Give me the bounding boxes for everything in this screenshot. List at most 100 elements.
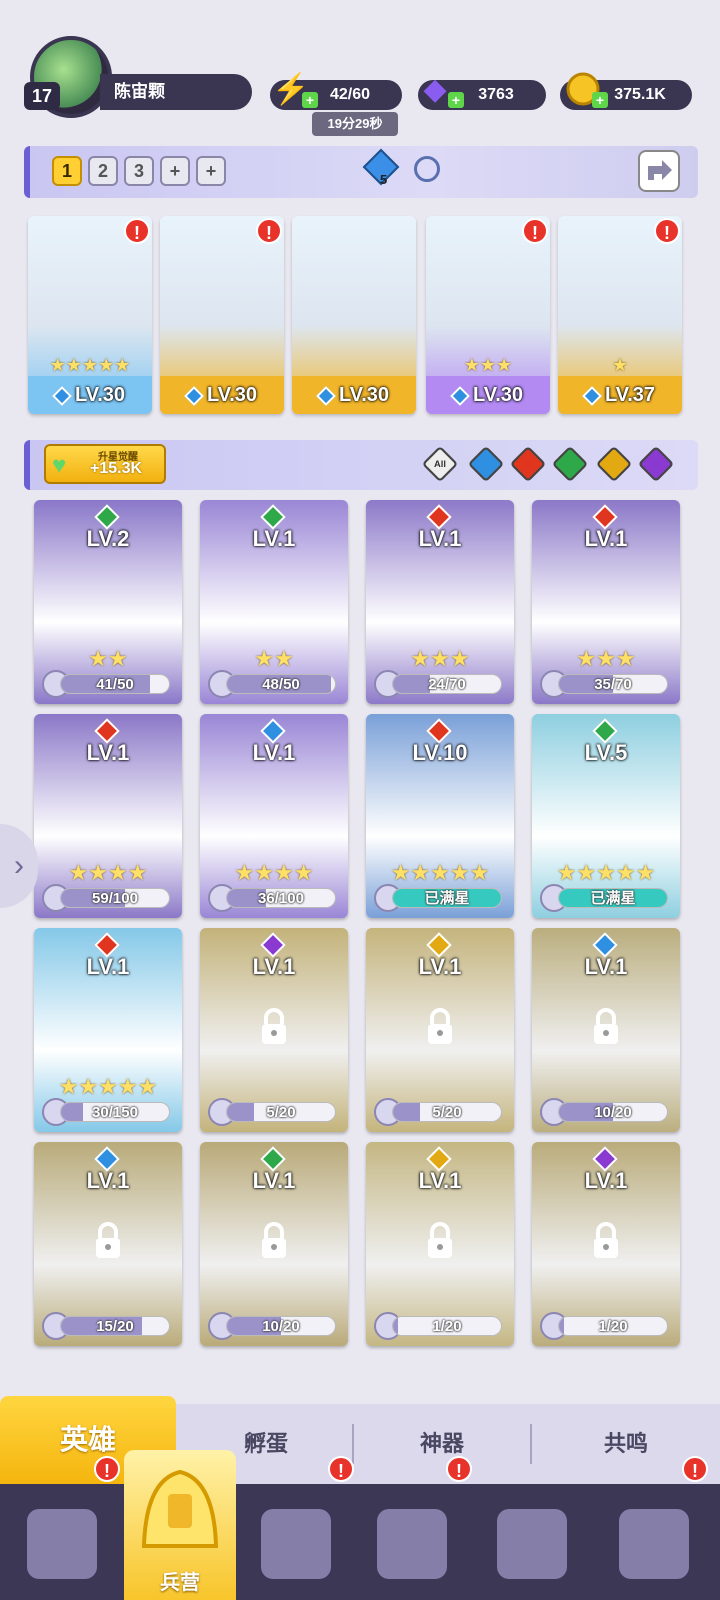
water-element-icon xyxy=(582,385,602,406)
hero-card-locked[interactable]: LV.1 1/20 xyxy=(532,1142,680,1346)
hero-level: LV.1 xyxy=(252,1168,296,1193)
shard-progress-bar: 1/20 xyxy=(558,1316,668,1336)
hero-level: LV.1 xyxy=(584,526,628,551)
team-hero-card[interactable]: ★★★★★ LV.30 xyxy=(28,216,152,414)
nav-cards[interactable] xyxy=(14,1496,110,1592)
shard-progress-bar: 10/20 xyxy=(558,1102,668,1122)
hero-card[interactable]: LV.2 ★★ 41/50 xyxy=(34,500,182,704)
shard-progress-bar: 5/20 xyxy=(226,1102,336,1122)
shard-progress-text: 5/20 xyxy=(266,1104,296,1121)
nav-banner[interactable] xyxy=(606,1496,702,1592)
map-icon xyxy=(261,1509,331,1579)
shard-progress-bar: 1/20 xyxy=(392,1316,502,1336)
hero-level: LV.1 xyxy=(86,740,130,765)
nav-banner-alert: ! xyxy=(682,1456,708,1482)
team-slot-1[interactable]: 1 xyxy=(52,156,82,186)
awaken-button[interactable]: ♥ 升星觉醒 +15.3K xyxy=(44,444,166,484)
lock-icon xyxy=(594,1222,618,1258)
nav-castle[interactable] xyxy=(364,1496,460,1592)
hero-card-locked[interactable]: LV.1 1/20 xyxy=(366,1142,514,1346)
heart-icon: ♥ xyxy=(52,452,67,479)
shard-progress-bar: 5/20 xyxy=(392,1102,502,1122)
side-expand-arrow[interactable]: › xyxy=(0,824,38,908)
hero-stars: ★★★★★ xyxy=(58,1074,158,1099)
nav-cards-alert: ! xyxy=(94,1456,120,1482)
hero-card[interactable]: LV.1 ★★★★★ 30/150 xyxy=(34,928,182,1132)
shard-progress-text: 24/70 xyxy=(428,676,466,693)
hero-card[interactable]: LV.10 ★★★★★ 已满星 xyxy=(366,714,514,918)
shard-progress-text: 35/70 xyxy=(594,676,632,693)
hero-card[interactable]: LV.5 ★★★★★ 已满星 xyxy=(532,714,680,918)
shard-progress-text: 41/50 xyxy=(96,676,134,693)
helmet-icon xyxy=(141,1469,219,1548)
hero-level: LV.2 xyxy=(86,526,130,551)
team-hero-card[interactable]: ★★★ LV.30 xyxy=(426,216,550,414)
awaken-value: +15.3K xyxy=(90,460,143,477)
cards-icon xyxy=(27,1509,97,1579)
shard-progress-text: 10/20 xyxy=(594,1104,632,1121)
nav-guild[interactable] xyxy=(484,1496,580,1592)
hero-alert-badge: ! xyxy=(256,218,282,244)
shard-progress-bar: 已满星 xyxy=(558,888,668,908)
shard-progress-text: 59/100 xyxy=(92,890,138,907)
hero-card-locked[interactable]: LV.1 10/20 xyxy=(200,1142,348,1346)
hero-level: LV.30 xyxy=(160,376,284,414)
search-icon[interactable] xyxy=(414,156,440,182)
player-level: 17 xyxy=(24,82,60,110)
add-energy-button[interactable]: + xyxy=(302,92,318,108)
hero-level-text: LV.30 xyxy=(338,384,390,406)
hero-card[interactable]: LV.1 ★★★★ 36/100 xyxy=(200,714,348,918)
filter-all-label: All xyxy=(434,458,446,470)
water-element-icon xyxy=(184,385,204,406)
shard-progress-bar: 59/100 xyxy=(60,888,170,908)
gold-value: 375.1K xyxy=(614,86,666,103)
team-hero-card[interactable]: LV.30 xyxy=(160,216,284,414)
nav-map[interactable] xyxy=(248,1496,344,1592)
hero-card[interactable]: LV.1 ★★★ 35/70 xyxy=(532,500,680,704)
gem-value: 3763 xyxy=(478,86,514,103)
add-gold-button[interactable]: + xyxy=(592,92,608,108)
share-icon[interactable] xyxy=(638,150,680,192)
team-hero-card[interactable]: LV.30 xyxy=(292,216,416,414)
hero-level: LV.5 xyxy=(584,740,628,765)
lock-icon xyxy=(594,1008,618,1044)
hero-level: LV.1 xyxy=(86,954,130,979)
banner-icon xyxy=(619,1509,689,1579)
shard-progress-text: 已满星 xyxy=(424,890,470,907)
hero-card-locked[interactable]: LV.1 15/20 xyxy=(34,1142,182,1346)
hero-level: LV.30 xyxy=(426,376,550,414)
hero-level: LV.30 xyxy=(28,376,152,414)
hero-card-locked[interactable]: LV.1 5/20 xyxy=(200,928,348,1132)
shard-progress-text: 30/150 xyxy=(92,1104,138,1121)
hero-card[interactable]: LV.1 ★★ 48/50 xyxy=(200,500,348,704)
team-slot-add-2[interactable]: + xyxy=(196,156,226,186)
hero-card[interactable]: LV.1 ★★★ 24/70 xyxy=(366,500,514,704)
add-gem-button[interactable]: + xyxy=(448,92,464,108)
hero-level: LV.10 xyxy=(412,740,468,765)
hero-stars: ★★★★★ xyxy=(556,860,656,885)
hero-card-locked[interactable]: LV.1 10/20 xyxy=(532,928,680,1132)
hero-stars: ★★★★ xyxy=(68,860,148,885)
hero-card[interactable]: LV.1 ★★★★ 59/100 xyxy=(34,714,182,918)
energy-value: 42/60 xyxy=(329,86,371,103)
shard-progress-text: 10/20 xyxy=(262,1318,300,1335)
shard-progress-bar: 已满星 xyxy=(392,888,502,908)
shard-progress-bar: 41/50 xyxy=(60,674,170,694)
hero-level: LV.1 xyxy=(584,1168,628,1193)
hero-level: LV.1 xyxy=(584,954,628,979)
team-slot-add-1[interactable]: + xyxy=(160,156,190,186)
hero-level: LV.1 xyxy=(252,954,296,979)
hero-card-locked[interactable]: LV.1 5/20 xyxy=(366,928,514,1132)
hero-stars: ★★★★★ xyxy=(390,860,490,885)
shard-progress-bar: 35/70 xyxy=(558,674,668,694)
hero-stars: ★★★★ xyxy=(234,860,314,885)
hero-level-text: LV.30 xyxy=(472,384,524,406)
team-slot-2[interactable]: 2 xyxy=(88,156,118,186)
hero-stars: ★★★ xyxy=(463,355,513,375)
hero-stars: ★ xyxy=(611,355,629,375)
team-hero-card[interactable]: ★ LV.37 xyxy=(558,216,682,414)
shard-progress-bar: 30/150 xyxy=(60,1102,170,1122)
tab-artifact[interactable]: 神器 xyxy=(354,1404,530,1484)
team-slot-3[interactable]: 3 xyxy=(124,156,154,186)
lock-icon xyxy=(262,1008,286,1044)
